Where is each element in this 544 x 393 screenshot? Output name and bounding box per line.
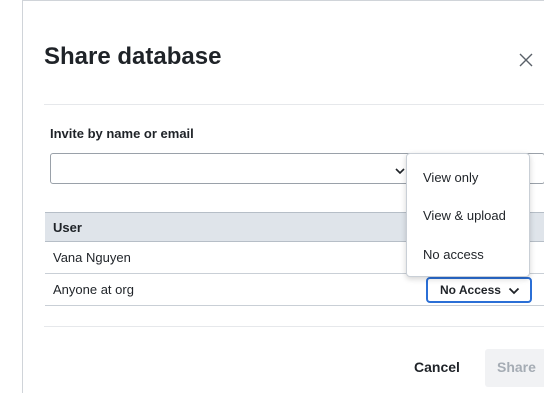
menu-item-no-access[interactable]: No access (423, 247, 484, 262)
menu-item-view-only[interactable]: View only (423, 170, 478, 185)
column-header-user: User (53, 220, 82, 235)
table-row: Anyone at org No Access (45, 274, 544, 306)
user-name: Vana Nguyen (53, 250, 131, 265)
cancel-button[interactable]: Cancel (414, 359, 460, 375)
chevron-down-icon (508, 285, 520, 299)
close-icon[interactable] (517, 51, 535, 69)
screen: Share database Invite by name or email U… (0, 0, 544, 393)
share-button-label: Share (497, 359, 536, 375)
access-level-select[interactable]: No Access (426, 277, 532, 303)
header-divider (44, 104, 544, 105)
access-level-value: No Access (440, 283, 501, 297)
invite-label: Invite by name or email (50, 126, 194, 141)
chevron-down-icon (394, 163, 406, 181)
invite-input[interactable] (50, 153, 407, 184)
footer-divider (44, 326, 544, 327)
user-name: Anyone at org (53, 282, 134, 297)
dialog-title: Share database (44, 43, 222, 70)
share-button[interactable]: Share (485, 349, 544, 387)
access-dropdown-menu: View only View & upload No access (406, 153, 530, 277)
menu-item-view-upload[interactable]: View & upload (423, 208, 506, 223)
